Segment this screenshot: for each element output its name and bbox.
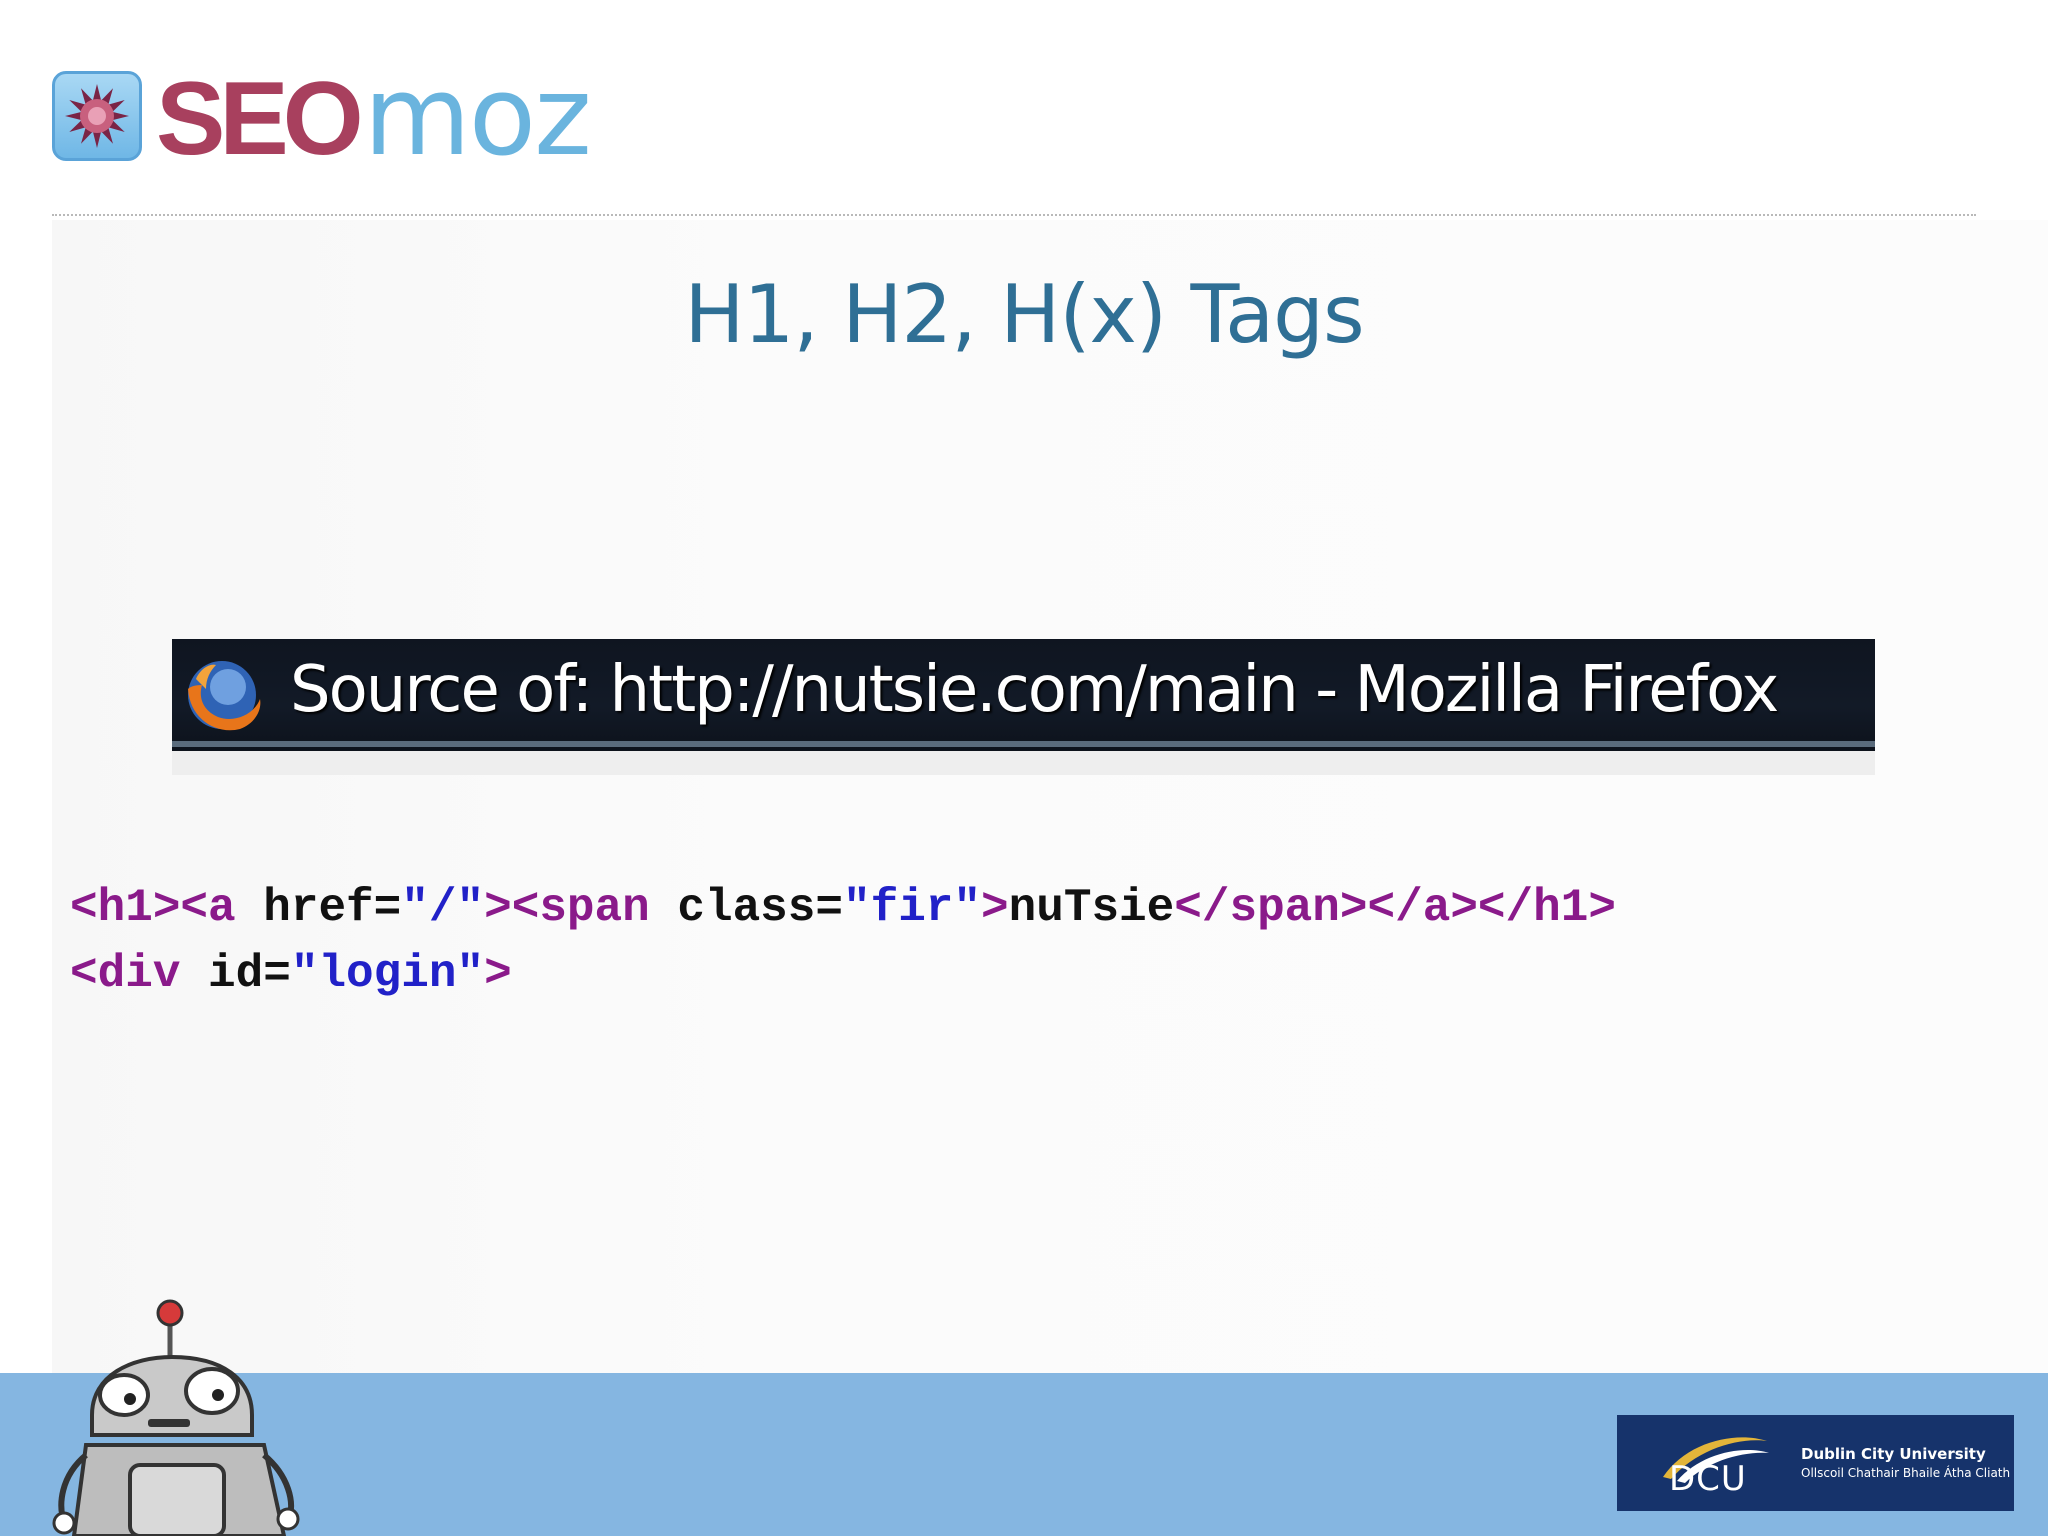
code-token: > <box>981 882 1009 934</box>
code-token: <div <box>70 948 181 1000</box>
header-divider <box>52 214 1976 216</box>
logo-moz-text: moz <box>363 52 592 180</box>
firefox-title-bar: Source of: http://nutsie.com/main - Mozi… <box>172 639 1875 751</box>
code-token: > <box>484 882 512 934</box>
code-token: "login" <box>290 948 485 1000</box>
star-badge-icon <box>52 71 142 161</box>
code-token: </a> <box>1367 882 1478 934</box>
dcu-names: Dublin City University Ollscoil Chathair… <box>1801 1444 2010 1482</box>
slide-background-panel <box>52 220 2048 1380</box>
code-line-1: <h1><a href="/"><span class="fir">nuTsie… <box>70 875 1616 941</box>
code-token: </h1> <box>1477 882 1616 934</box>
title-bar-shadow <box>172 751 1875 775</box>
dcu-irish-name: Ollscoil Chathair Bhaile Átha Cliath <box>1801 1466 2011 1480</box>
code-token: <h1> <box>70 882 181 934</box>
code-token: class= <box>649 882 843 934</box>
code-snippet: <h1><a href="/"><span class="fir">nuTsie… <box>70 875 1616 1007</box>
robot-mascot-icon <box>52 1299 300 1536</box>
code-line-2: <div id="login"> <box>70 941 1616 1007</box>
slide: SEO moz H1, H2, H(x) Tags Source of: htt… <box>0 0 2048 1536</box>
dcu-mark: DCU <box>1617 1415 1777 1511</box>
dcu-name: Dublin City University <box>1801 1445 1986 1463</box>
code-token: </span> <box>1174 882 1368 934</box>
code-token: > <box>484 948 512 1000</box>
code-token: <span <box>511 882 650 934</box>
dcu-logo: DCU Dublin City University Ollscoil Chat… <box>1617 1415 2014 1511</box>
seomoz-logo: SEO moz <box>52 61 592 171</box>
code-token: nuTsie <box>1008 882 1175 934</box>
code-token: "/" <box>401 882 485 934</box>
firefox-window-title: Source of: http://nutsie.com/main - Mozi… <box>290 653 1779 727</box>
code-token: id= <box>180 948 291 1000</box>
code-token: href= <box>235 882 402 934</box>
slide-title: H1, H2, H(x) Tags <box>684 268 1364 361</box>
code-token: "fir" <box>842 882 982 934</box>
code-token: <a <box>180 882 236 934</box>
dcu-mark-text: DCU <box>1669 1459 1747 1499</box>
logo-wordmark: SEO moz <box>156 52 592 180</box>
logo-seo-text: SEO <box>156 61 364 177</box>
firefox-icon <box>188 661 261 731</box>
